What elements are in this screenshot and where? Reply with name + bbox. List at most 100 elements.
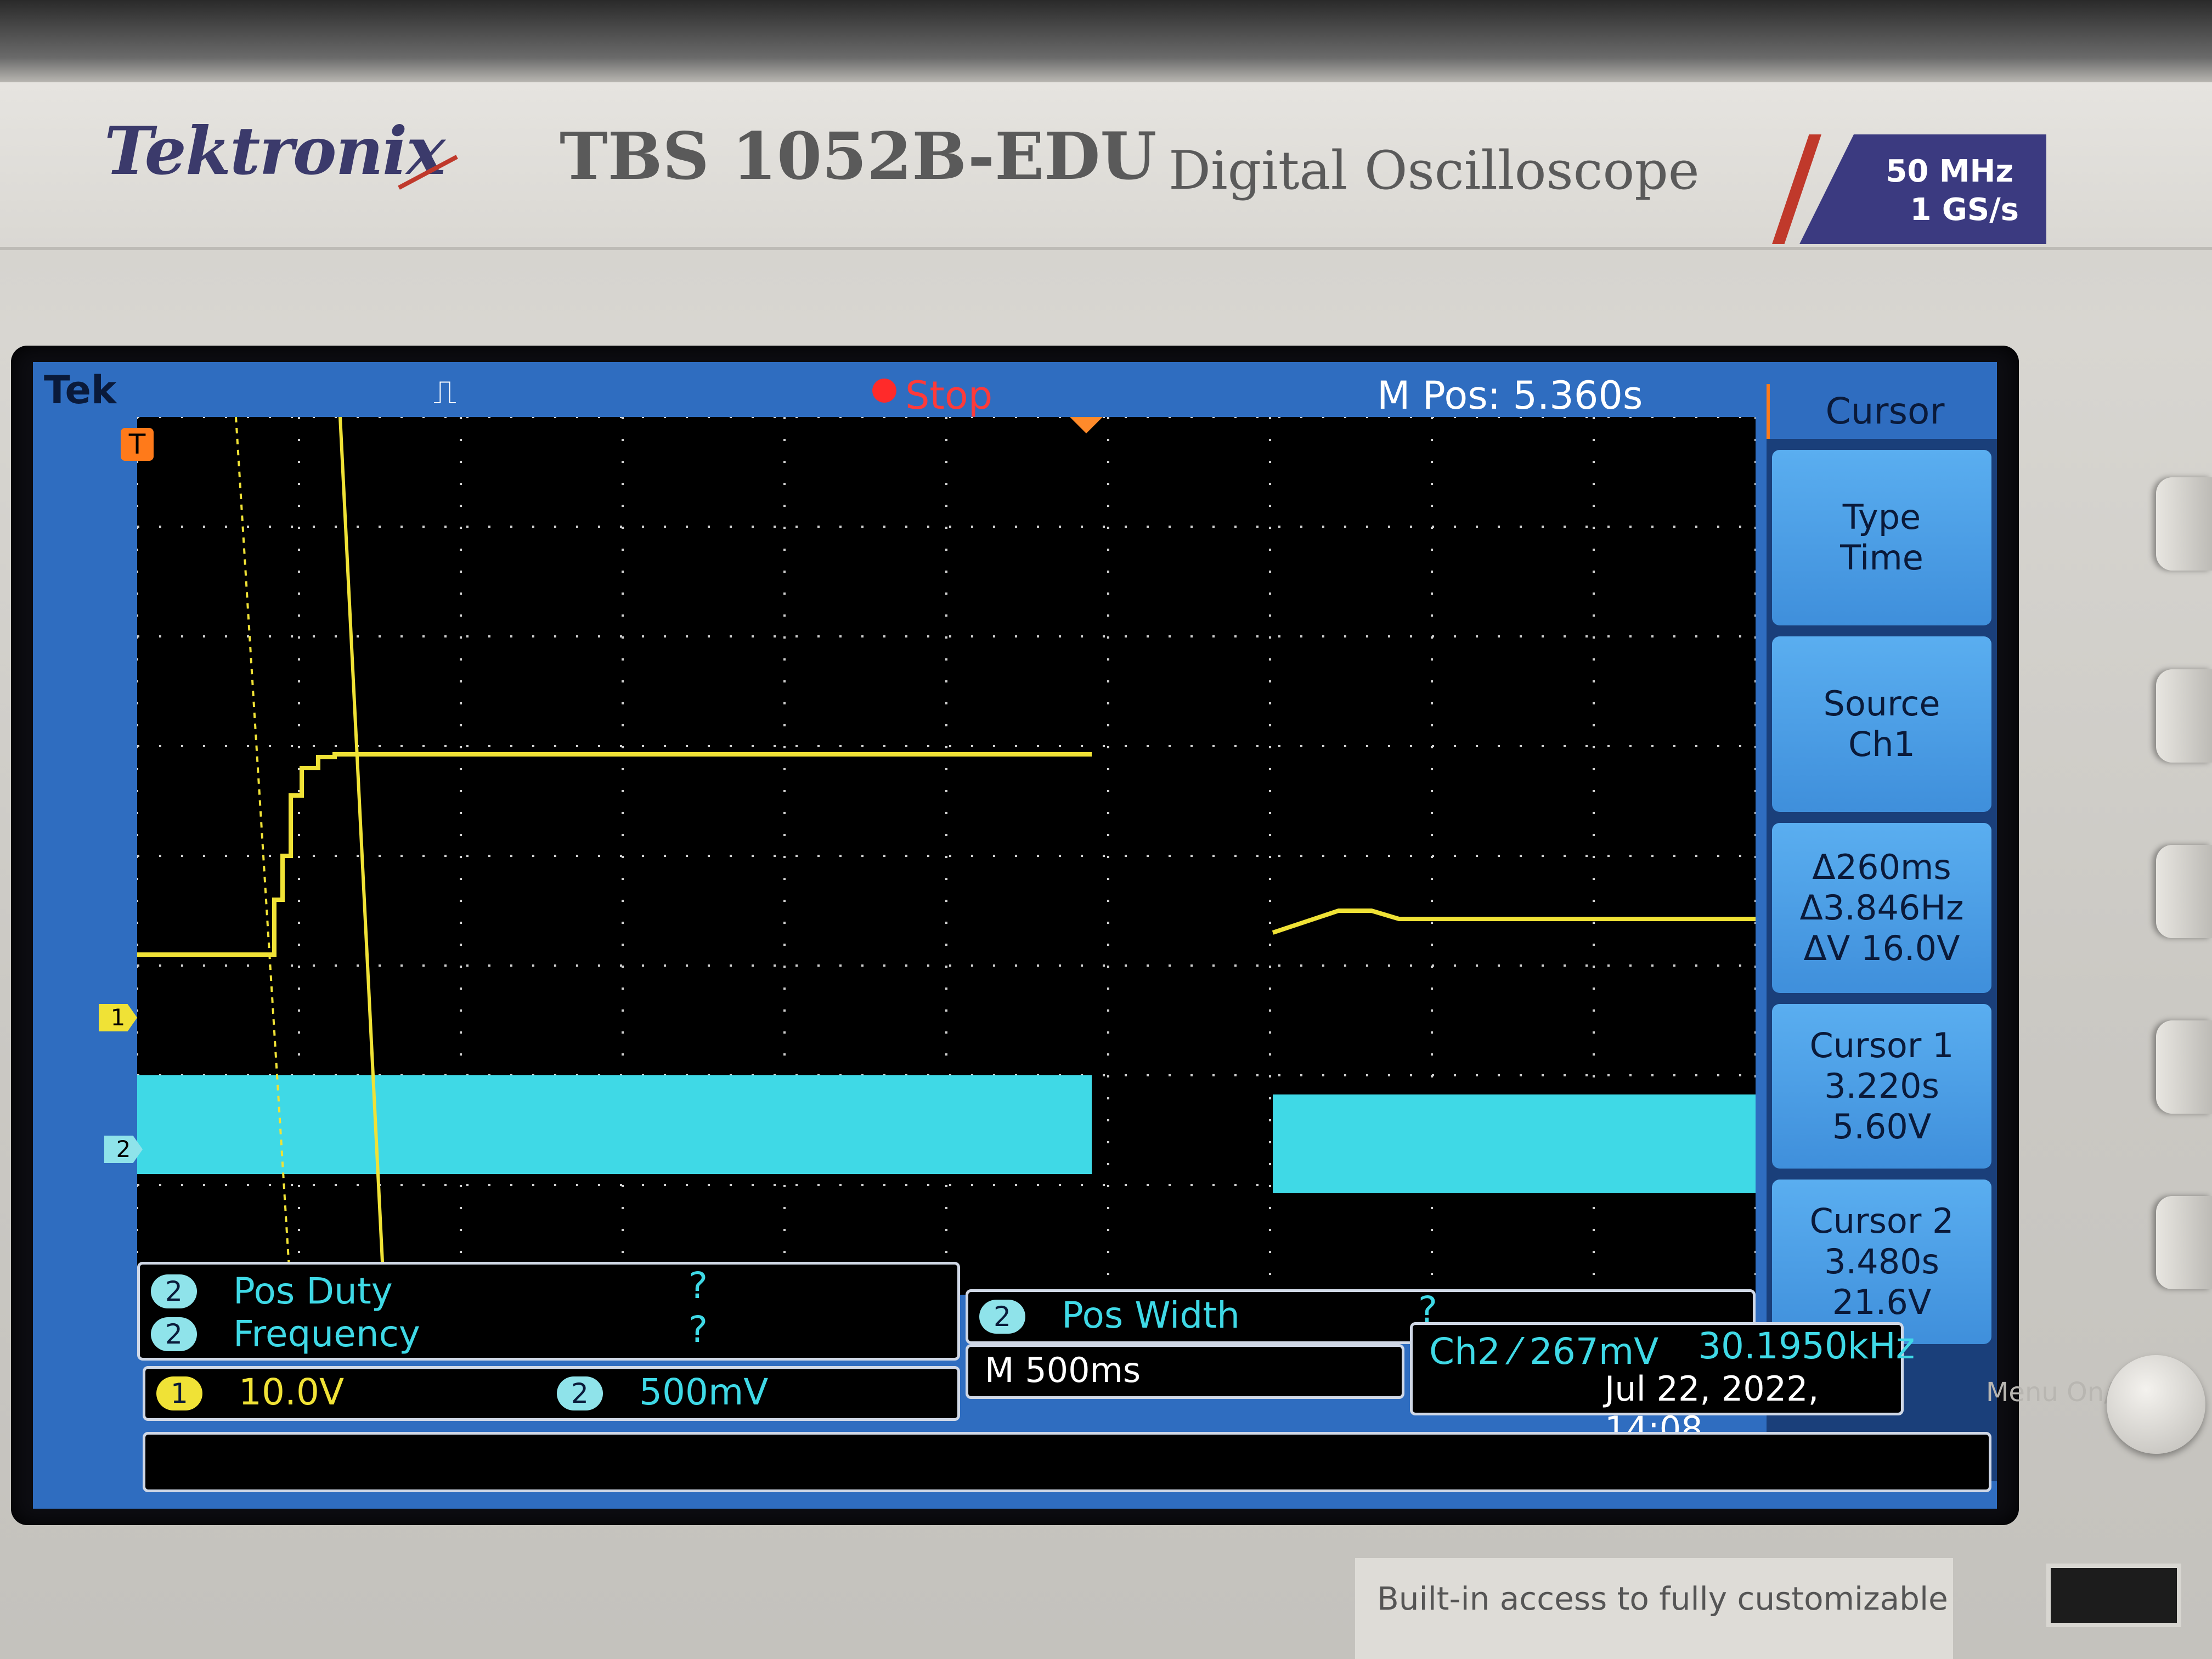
bottom-banner-text: Built-in access to fully customizable: [1377, 1580, 1948, 1617]
grid-dot: [1300, 526, 1302, 528]
grid-dot: [1754, 461, 1756, 463]
grid-dot: [622, 790, 624, 792]
grid-dot: [1593, 878, 1595, 880]
grid-dot: [1269, 439, 1271, 441]
grid-dot: [783, 571, 786, 573]
side-button-2[interactable]: [2156, 669, 2212, 763]
cursor-source-label: Source: [1823, 684, 1940, 724]
grid-dot: [298, 988, 300, 990]
grid-dot: [1366, 745, 1368, 747]
grid-dot: [1037, 526, 1039, 528]
grid-dot: [1431, 922, 1433, 924]
grid-dot: [642, 1184, 644, 1186]
grid-dot: [1212, 855, 1215, 857]
grid-dot: [291, 745, 293, 747]
grid-dot: [783, 592, 786, 595]
side-button-3[interactable]: [2156, 845, 2212, 938]
grid-dot: [460, 922, 462, 924]
grid-dot: [1739, 1074, 1741, 1076]
grid-dot: [1269, 900, 1271, 902]
grid-dot: [1107, 549, 1109, 551]
grid-dot: [993, 964, 995, 967]
grid-dot: [1269, 461, 1271, 463]
grid-dot: [510, 417, 512, 418]
grid-dot: [1234, 855, 1237, 857]
grid-dot: [1695, 745, 1697, 747]
grid-dot: [945, 1031, 947, 1034]
grid-dot: [1169, 1074, 1171, 1076]
grid-dot: [622, 1053, 624, 1056]
grid-dot: [1498, 635, 1500, 637]
grid-dot: [460, 944, 462, 946]
grid-dot: [203, 964, 205, 967]
grid-dot: [1607, 745, 1610, 747]
grid-dot: [1593, 571, 1595, 573]
grid-dot: [1695, 855, 1697, 857]
grid-dot: [622, 1251, 624, 1253]
grid-dot: [298, 483, 300, 485]
grid-dot: [1754, 417, 1756, 419]
grid-dot: [708, 526, 710, 528]
side-button-5[interactable]: [2156, 1196, 2212, 1289]
grid-dot: [532, 855, 534, 857]
menu-onoff-button[interactable]: [2107, 1355, 2205, 1454]
grid-dot: [839, 1184, 842, 1186]
grid-dot: [313, 635, 315, 637]
grid-dot: [1629, 855, 1632, 857]
grid-dot: [137, 1031, 138, 1034]
grid-dot: [1754, 1053, 1756, 1056]
grid-dot: [783, 878, 786, 880]
grid-dot: [642, 417, 644, 418]
grid-dot: [1107, 790, 1109, 792]
grid-dot: [466, 635, 469, 637]
grid-dot: [1717, 745, 1719, 747]
grid-dot: [554, 1184, 556, 1186]
brand-logo: Tektronix: [104, 112, 445, 190]
grid-dot: [400, 635, 403, 637]
grid-dot: [1388, 964, 1390, 967]
grid-dot: [1147, 964, 1149, 967]
grid-dot: [622, 592, 624, 595]
grid-dot: [298, 658, 300, 661]
cursor-source-option[interactable]: Source Ch1: [1772, 636, 1991, 812]
grid-dot: [1103, 855, 1105, 857]
grid-dot: [752, 745, 754, 747]
grid-dot: [298, 922, 300, 924]
grid-dot: [1234, 745, 1237, 747]
grid-dot: [783, 614, 786, 617]
grid-dot: [1673, 745, 1675, 747]
cursor-type-option[interactable]: Type Time: [1772, 450, 1991, 625]
ch1-trace-segment-2: [1272, 909, 1756, 935]
grid-dot: [622, 505, 624, 507]
grid-dot: [1059, 855, 1061, 857]
cursor-1-option[interactable]: Cursor 1 3.220s 5.60V: [1772, 1004, 1991, 1169]
cursor-2-option[interactable]: Cursor 2 3.480s 21.6V: [1772, 1180, 1991, 1344]
grid-dot: [1269, 1273, 1271, 1275]
grid-dot: [203, 526, 205, 528]
grid-dot: [1717, 855, 1719, 857]
grid-dot: [460, 1053, 462, 1056]
grid-dot: [1454, 1074, 1456, 1076]
pos-duty-channel-chip: 2: [151, 1274, 197, 1308]
grid-dot: [927, 745, 929, 747]
grid-dot: [1107, 1119, 1109, 1121]
grid-dot: [622, 1031, 624, 1034]
grid-dot: [1673, 635, 1675, 637]
usb-port[interactable]: [2046, 1564, 2181, 1627]
grid-dot: [708, 417, 710, 418]
grid-dot: [1593, 483, 1595, 485]
grid-dot: [1125, 745, 1127, 747]
side-button-4[interactable]: [2156, 1020, 2212, 1114]
grid-dot: [598, 964, 600, 967]
grid-dot: [510, 855, 512, 857]
side-button-1[interactable]: [2156, 477, 2212, 571]
grid-dot: [1432, 745, 1434, 747]
grid-dot: [945, 417, 947, 419]
grid-dot: [1564, 855, 1566, 857]
top-edge: [0, 0, 2212, 82]
grid-dot: [686, 417, 688, 418]
grid-dot: [1269, 1075, 1271, 1077]
grid-dot: [1107, 636, 1109, 639]
grid-dot: [1754, 900, 1756, 902]
grid-dot: [1366, 1074, 1368, 1076]
